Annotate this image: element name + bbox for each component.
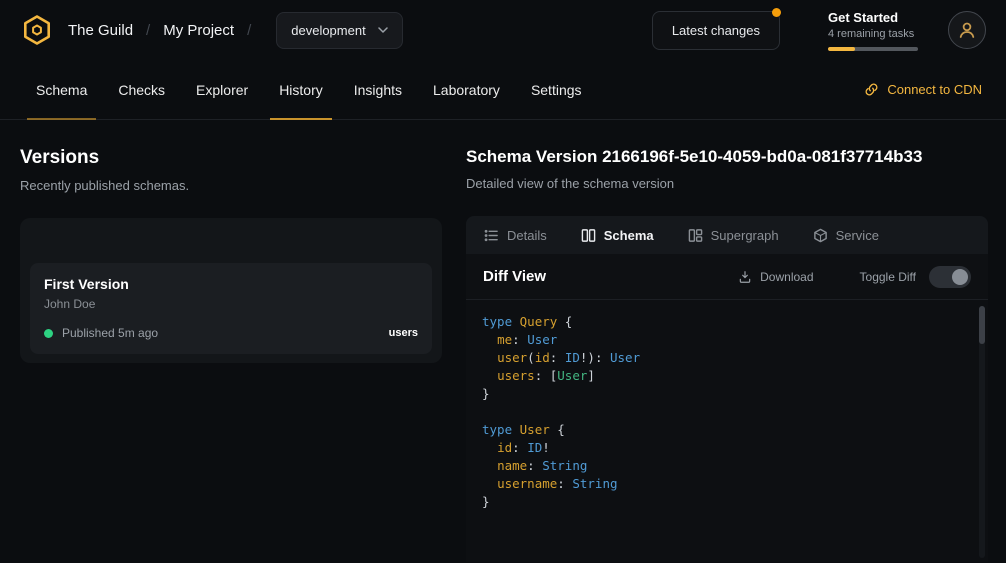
version-status-row: Published 5m ago users [44,326,418,340]
code-block: type Query { me: User user(id: ID!): Use… [482,313,966,511]
get-started-progress-track [828,47,918,51]
diff-view-header: Diff View Download Toggle Diff [466,254,988,300]
version-service-badge: users [389,327,418,339]
schema-version-section: Schema Version 2166196f-5e10-4059-bd0a-0… [466,120,988,562]
version-status-text: Published 5m ago [62,326,158,340]
code-line: } [482,385,966,403]
versions-card: First Version John Doe Published 5m ago … [20,218,442,363]
schema-version-title: Schema Version 2166196f-5e10-4059-bd0a-0… [466,147,988,167]
tab-explorer[interactable]: Explorer [196,60,248,119]
scrollbar-thumb[interactable] [979,306,985,344]
version-list-item[interactable]: First Version John Doe Published 5m ago … [30,263,432,354]
environment-selector[interactable]: development [276,12,402,49]
code-line: user(id: ID!): User [482,349,966,367]
tab-details[interactable]: Details [484,228,547,243]
version-detail-tab-bar: Details Schema Supergraph [466,216,988,254]
schema-code-viewer[interactable]: type Query { me: User user(id: ID!): Use… [466,300,988,562]
hive-logo[interactable] [20,13,54,47]
diff-view-title: Diff View [483,268,546,285]
download-button[interactable]: Download [738,270,813,284]
code-line: } [482,493,966,511]
get-started-subtitle: 4 remaining tasks [828,28,922,40]
code-line [482,403,966,421]
toggle-knob [952,269,968,285]
hive-logo-icon [21,14,53,46]
published-status-dot [44,329,53,338]
get-started-title: Get Started [828,10,922,25]
connect-to-cdn-button[interactable]: Connect to CDN [864,82,982,97]
person-icon [958,21,976,39]
list-icon [484,228,499,243]
breadcrumb-separator: / [146,22,150,39]
breadcrumb-separator: / [247,22,251,39]
main-content: Versions Recently published schemas. Fir… [0,120,1006,562]
grid-icon [688,228,703,243]
versions-subtitle: Recently published schemas. [20,178,442,193]
tab-details-label: Details [507,228,547,243]
code-line: type Query { [482,313,966,331]
toggle-diff-switch[interactable] [929,266,971,288]
tab-service[interactable]: Service [813,228,879,243]
tab-schema-view[interactable]: Schema [581,228,654,243]
code-line: name: String [482,457,966,475]
connect-to-cdn-label: Connect to CDN [887,82,982,97]
code-line: me: User [482,331,966,349]
tab-checks[interactable]: Checks [118,60,165,119]
versions-title: Versions [20,147,442,169]
user-avatar[interactable] [948,11,986,49]
toggle-diff-label: Toggle Diff [860,270,916,284]
code-line: type User { [482,421,966,439]
latest-changes-label: Latest changes [672,23,760,38]
project-tab-bar: Schema Checks Explorer History Insights … [0,60,1006,120]
download-icon [738,270,752,284]
tab-supergraph-label: Supergraph [711,228,779,243]
get-started-widget[interactable]: Get Started 4 remaining tasks [828,10,922,51]
tab-service-label: Service [836,228,879,243]
chevron-down-icon [378,27,388,33]
schema-version-panel: Details Schema Supergraph [466,216,988,562]
version-author: John Doe [44,297,418,311]
code-line: username: String [482,475,966,493]
top-bar: The Guild / My Project / development Lat… [0,0,1006,60]
link-icon [864,82,879,97]
tab-schema-view-label: Schema [604,228,654,243]
breadcrumb-project[interactable]: My Project [163,22,234,39]
columns-icon [581,228,596,243]
environment-label: development [291,23,365,38]
schema-version-subtitle: Detailed view of the schema version [466,176,988,191]
tab-schema[interactable]: Schema [36,60,87,119]
vertical-scrollbar[interactable] [979,306,985,558]
breadcrumb-org[interactable]: The Guild [68,22,133,39]
tab-supergraph[interactable]: Supergraph [688,228,779,243]
latest-changes-button[interactable]: Latest changes [652,11,780,50]
download-label: Download [760,270,813,284]
versions-section: Versions Recently published schemas. Fir… [20,120,442,562]
tab-settings[interactable]: Settings [531,60,582,119]
tab-history[interactable]: History [279,60,323,119]
version-name: First Version [44,276,418,292]
get-started-progress-fill [828,47,855,51]
code-line: users: [User] [482,367,966,385]
tab-laboratory[interactable]: Laboratory [433,60,500,119]
cube-icon [813,228,828,243]
tab-insights[interactable]: Insights [354,60,402,119]
code-line: id: ID! [482,439,966,457]
notification-dot [772,8,781,17]
